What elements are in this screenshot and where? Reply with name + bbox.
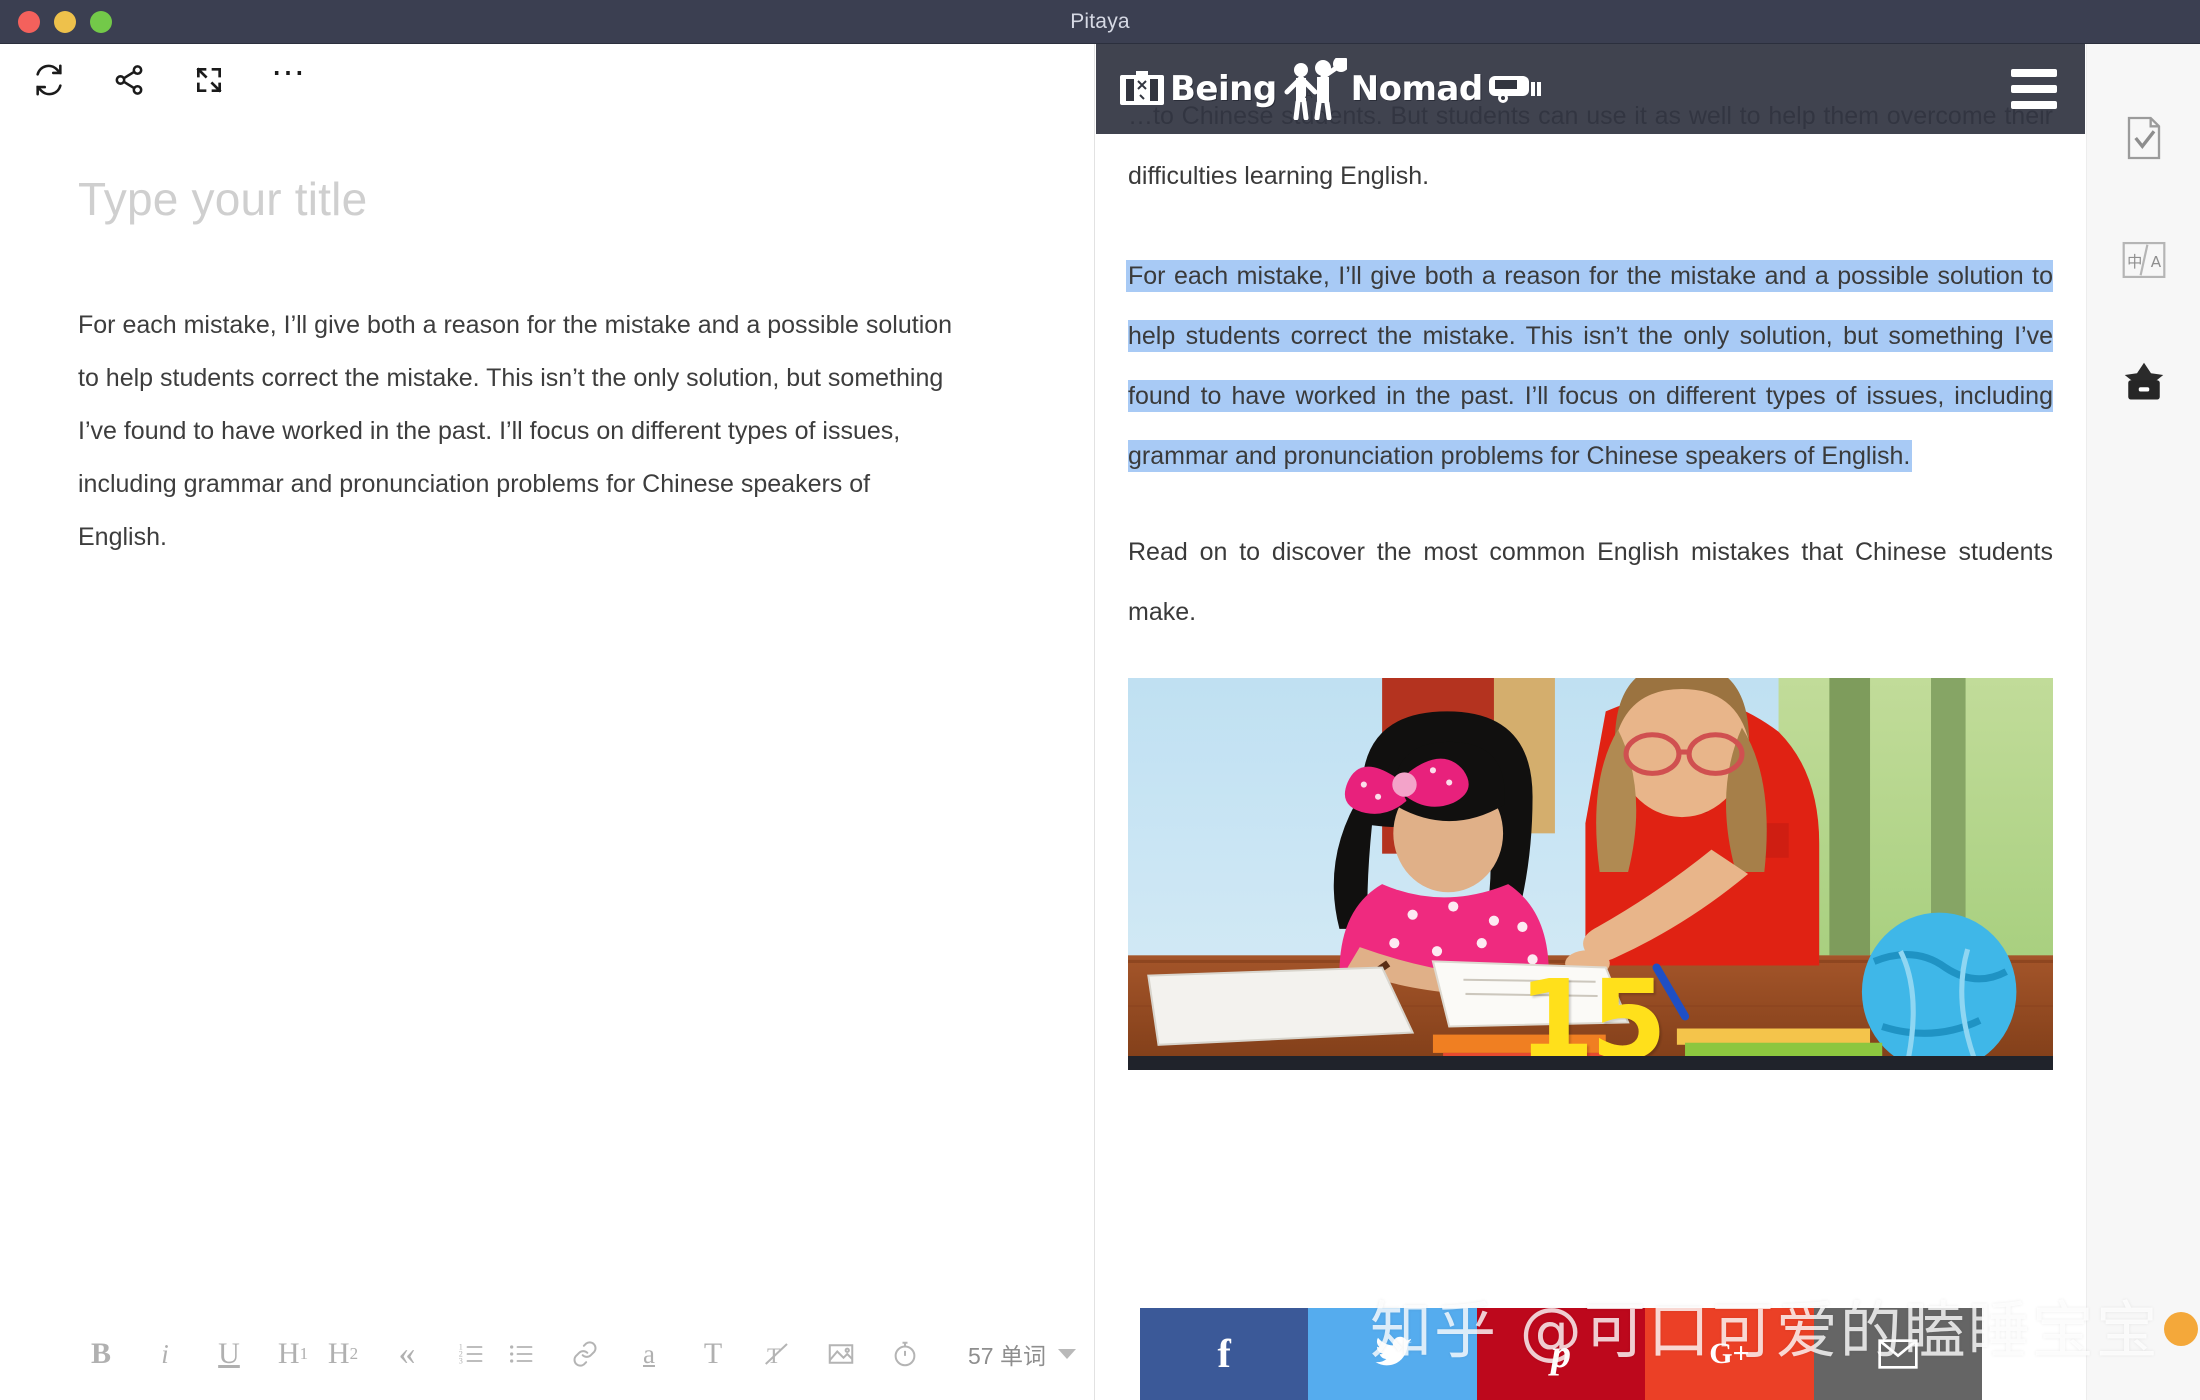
site-logo[interactable]: Being A Nomad (1118, 58, 1543, 120)
link-button[interactable] (562, 1331, 608, 1377)
archive-box-icon (2124, 362, 2163, 400)
blockquote-button[interactable]: « (384, 1331, 430, 1377)
svg-text:3: 3 (459, 1356, 463, 1365)
timer-button[interactable] (882, 1331, 928, 1377)
right-sidebar: 中 A (2086, 44, 2200, 1400)
editor-toolbar: ⋯ (0, 44, 1094, 116)
document-body-text[interactable]: For each mistake, I’ll give both a reaso… (78, 299, 958, 564)
text-style-button[interactable]: T (690, 1331, 736, 1377)
word-count-label: 57 单词 (968, 1343, 1046, 1369)
translate-icon[interactable]: 中 A (2118, 234, 2170, 286)
svg-text:A: A (1305, 88, 1313, 101)
share-email-button[interactable] (1813, 1308, 1983, 1400)
site-logo-text-being: Being (1170, 69, 1277, 109)
svg-text:中: 中 (2127, 253, 2142, 271)
share-facebook-button[interactable]: f (1140, 1308, 1309, 1400)
insert-image-button[interactable] (818, 1331, 864, 1377)
preview-paragraph-highlighted: For each mistake, I’ll give both a reaso… (1096, 246, 2085, 486)
caravan-icon (1488, 76, 1541, 103)
twitter-icon (1375, 1336, 1412, 1366)
format-toolbar: B i U H1 H2 « 1 2 3 a T 57 单词 (0, 1308, 1095, 1400)
envelope-icon (1878, 1339, 1918, 1369)
document-check-icon (2127, 116, 2160, 160)
archive-icon[interactable] (2118, 356, 2170, 408)
site-menu-icon[interactable] (2011, 69, 2057, 109)
site-header: Being A Nomad (1096, 44, 2085, 134)
site-logo-text-nomad: Nomad (1350, 69, 1484, 109)
word-count-selector[interactable]: 57 单词 (968, 1337, 1076, 1371)
preview-content: Being A Nomad difficulties learning Engl… (1096, 44, 2085, 1400)
more-icon[interactable]: ⋯ (270, 56, 308, 99)
share-googleplus-button[interactable]: G+ (1645, 1308, 1814, 1400)
window-title: Pitaya (1070, 10, 1130, 33)
social-share-row: f p G+ (1140, 1308, 1983, 1400)
svg-text:A: A (2150, 253, 2161, 271)
bold-button[interactable]: B (78, 1331, 124, 1377)
ordered-list-button[interactable]: 1 2 3 (448, 1331, 494, 1377)
underline-button[interactable]: U (206, 1331, 252, 1377)
fullscreen-icon[interactable] (190, 61, 228, 99)
italic-button[interactable]: i (142, 1331, 188, 1377)
photo-bottom-bar (1128, 1056, 2053, 1070)
editor-pane: ⋯ Type your title For each mistake, I’ll… (0, 44, 1095, 1400)
photo-number-overlay: 15 (1517, 956, 1667, 1070)
sync-icon[interactable] (30, 61, 68, 99)
article-photo: 15 (1128, 678, 2053, 1070)
preview-paragraph-after: Read on to discover the most common Engl… (1128, 538, 2053, 626)
selection-highlight: For each mistake, I’ll give both a reaso… (1128, 262, 2053, 470)
facebook-icon: f (1217, 1331, 1231, 1376)
document-title-placeholder[interactable]: Type your title (78, 172, 367, 226)
pinterest-icon: p (1551, 1331, 1572, 1376)
preview-pane: Being A Nomad difficulties learning Engl… (1096, 44, 2085, 1400)
chevron-down-icon (1057, 1349, 1076, 1359)
clear-format-button[interactable]: T (754, 1331, 800, 1377)
language-switch-icon: 中 A (2122, 241, 2165, 279)
heading-2-button[interactable]: H2 (320, 1331, 366, 1377)
share-icon[interactable] (110, 61, 148, 99)
app-window: Pitaya ⋯ Type your title For each mistak… (0, 0, 2200, 1400)
highlight-button[interactable]: a (626, 1331, 672, 1377)
bullet-list-button[interactable] (498, 1331, 544, 1377)
share-pinterest-button[interactable]: p (1476, 1308, 1646, 1400)
share-twitter-button[interactable] (1308, 1308, 1477, 1400)
heading-1-button[interactable]: H1 (270, 1331, 316, 1377)
proofread-icon[interactable] (2118, 112, 2170, 164)
googleplus-icon: G+ (1709, 1337, 1750, 1370)
suitcase-icon (1120, 71, 1164, 105)
family-icon: A (1284, 58, 1347, 120)
window-titlebar: Pitaya (0, 0, 2200, 44)
